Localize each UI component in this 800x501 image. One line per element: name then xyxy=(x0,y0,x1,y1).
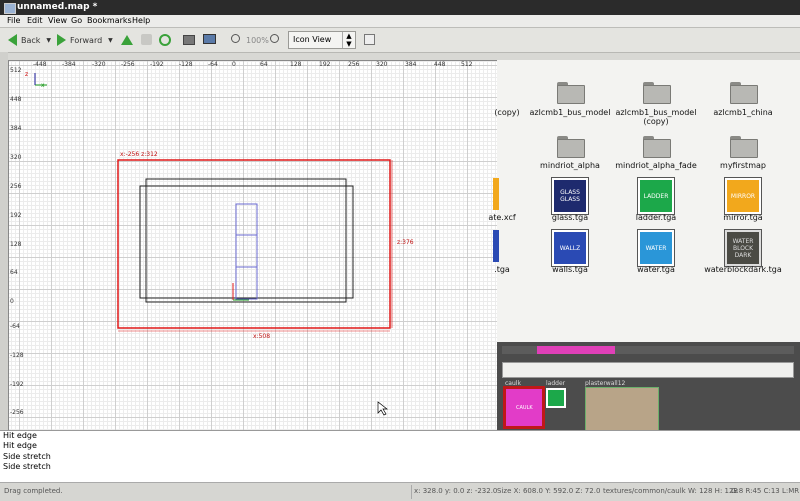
texture-name: ladder xyxy=(546,380,566,387)
folder-icon[interactable] xyxy=(643,136,671,158)
menu-file[interactable]: File xyxy=(7,16,20,25)
texture-thumbnail[interactable]: WATER xyxy=(637,229,675,267)
texture-filter-field[interactable] xyxy=(502,362,794,378)
texture-thumbnail[interactable]: GLASS GLASS xyxy=(551,177,589,215)
file-label[interactable]: glass.tga xyxy=(520,213,620,222)
menu-edit[interactable]: Edit xyxy=(27,16,43,25)
status-coords: x: 328.0 y: 0.0 z: -232.0 xyxy=(414,487,498,495)
texture-browser: caulk CAULK ladder plasterwall12 xyxy=(497,342,800,432)
menu-go[interactable]: Go xyxy=(71,16,82,25)
texture-thumbnail[interactable] xyxy=(493,230,499,262)
status-grid: G:8 R:45 C:13 L:MR xyxy=(731,487,800,495)
zoom-out-icon[interactable] xyxy=(231,34,240,43)
brush-outline[interactable] xyxy=(139,185,354,299)
file-label[interactable]: ladder.tga xyxy=(606,213,706,222)
up-arrow-icon xyxy=(121,35,133,45)
console-line: Hit edge xyxy=(3,431,37,440)
texture-caulk-selected[interactable]: CAULK xyxy=(503,386,545,429)
axis-z-label: z xyxy=(25,71,29,78)
back-button[interactable]: Back ▼ xyxy=(8,32,51,48)
menu-help[interactable]: Help xyxy=(132,16,150,25)
mouse-cursor-icon xyxy=(377,401,389,416)
texture-preview-strip xyxy=(537,346,615,354)
texture-thumbnail[interactable]: WALLZ xyxy=(551,229,589,267)
folder-icon[interactable] xyxy=(643,82,671,104)
selected-brush-column[interactable] xyxy=(235,203,258,300)
file-label[interactable]: water.tga xyxy=(606,265,706,274)
file-label[interactable]: azlcmb1_china xyxy=(693,108,793,117)
selection-width-label: x:508 xyxy=(253,333,271,340)
stop-icon[interactable] xyxy=(141,34,152,45)
selection-bounds[interactable] xyxy=(117,159,391,329)
up-button[interactable] xyxy=(121,32,133,48)
zoom-in-icon[interactable] xyxy=(270,34,279,43)
menu-bar: File Edit View Go Bookmarks Help xyxy=(0,15,800,28)
forward-label: Forward xyxy=(70,35,103,45)
back-arrow-icon xyxy=(8,34,17,46)
map-geometry xyxy=(34,73,393,416)
toolbar: Back ▼ Forward ▼ 100% xyxy=(0,28,800,53)
side-strip xyxy=(0,52,8,430)
console-line: Hit edge xyxy=(3,441,37,450)
file-label[interactable]: azlcmb1_bus_model (copy) xyxy=(606,108,706,126)
brush-outline[interactable] xyxy=(145,178,347,303)
axis-x-label: x xyxy=(41,82,45,89)
folder-icon[interactable] xyxy=(730,136,758,158)
console-log: Hit edge Hit edge Side stretch Side stre… xyxy=(0,430,800,483)
app-icon xyxy=(4,3,16,14)
selection-height-label: z:376 xyxy=(397,239,414,246)
texture-thumbnail[interactable]: WATER BLOCK DARK xyxy=(724,229,762,267)
file-label[interactable]: myfirstmap xyxy=(693,161,793,170)
texture-thumb-text: CAULK xyxy=(516,405,533,411)
file-label[interactable]: walls.tga xyxy=(520,265,620,274)
camera-icon[interactable] xyxy=(183,35,195,45)
reload-icon[interactable] xyxy=(159,34,171,46)
texture-ladder[interactable] xyxy=(546,388,566,408)
folder-icon[interactable] xyxy=(730,82,758,104)
console-line: Side stretch xyxy=(3,452,51,461)
back-label: Back xyxy=(21,35,41,45)
title-bar: unnamed.map * xyxy=(0,0,800,15)
chevron-down-icon: ▼ xyxy=(46,36,52,44)
spin-arrows-icon: ▲ ▼ xyxy=(342,32,355,48)
folder-icon[interactable] xyxy=(557,82,585,104)
texture-thumbnail[interactable] xyxy=(493,178,499,210)
console-line: Side stretch xyxy=(3,462,51,471)
texture-thumbnail[interactable]: LADDER xyxy=(637,177,675,215)
file-browser: (copy) azlcmb1_bus_model azlcmb1_bus_mod… xyxy=(488,60,800,342)
file-label[interactable]: waterblockdark.tga xyxy=(693,265,793,274)
status-bar: Drag completed. x: 328.0 y: 0.0 z: -232.… xyxy=(0,482,800,501)
status-texture: textures/common/caulk xyxy=(603,487,686,495)
status-message: Drag completed. xyxy=(4,487,63,495)
view-mode-select[interactable]: Icon View ▲ ▼ xyxy=(288,31,356,49)
file-label[interactable]: azlcmb1_bus_model xyxy=(520,108,620,117)
texture-name: plasterwall12 xyxy=(585,380,626,387)
forward-button[interactable]: Forward ▼ xyxy=(57,32,113,48)
menu-view[interactable]: View xyxy=(48,16,67,25)
window-title: unnamed.map * xyxy=(17,2,98,12)
zoom-level: 100% xyxy=(246,35,269,45)
menu-bookmarks[interactable]: Bookmarks xyxy=(87,16,132,25)
file-label[interactable]: mirror.tga xyxy=(693,213,793,222)
view-mode-value: Icon View xyxy=(293,35,332,44)
selection-corner-label: x:-256 z:312 xyxy=(120,151,158,158)
texture-thumbnail[interactable]: MIRROR xyxy=(724,177,762,215)
forward-arrow-icon xyxy=(57,34,66,46)
computer-icon[interactable] xyxy=(203,34,216,44)
map-grid-view[interactable]: -448 -384 -320 -256 -192 -128 -64 0 64 1… xyxy=(8,60,499,431)
divider xyxy=(411,485,412,499)
view-toggle-icon[interactable] xyxy=(364,34,375,45)
file-label[interactable]: mindriot_alpha xyxy=(520,161,620,170)
chevron-down-icon: ▼ xyxy=(108,36,113,44)
file-label[interactable]: mindriot_alpha_fade xyxy=(606,161,706,170)
folder-icon[interactable] xyxy=(557,136,585,158)
texture-plaster[interactable] xyxy=(585,387,659,432)
status-size: Size X: 608.0 Y: 592.0 Z: 72.0 xyxy=(497,487,601,495)
